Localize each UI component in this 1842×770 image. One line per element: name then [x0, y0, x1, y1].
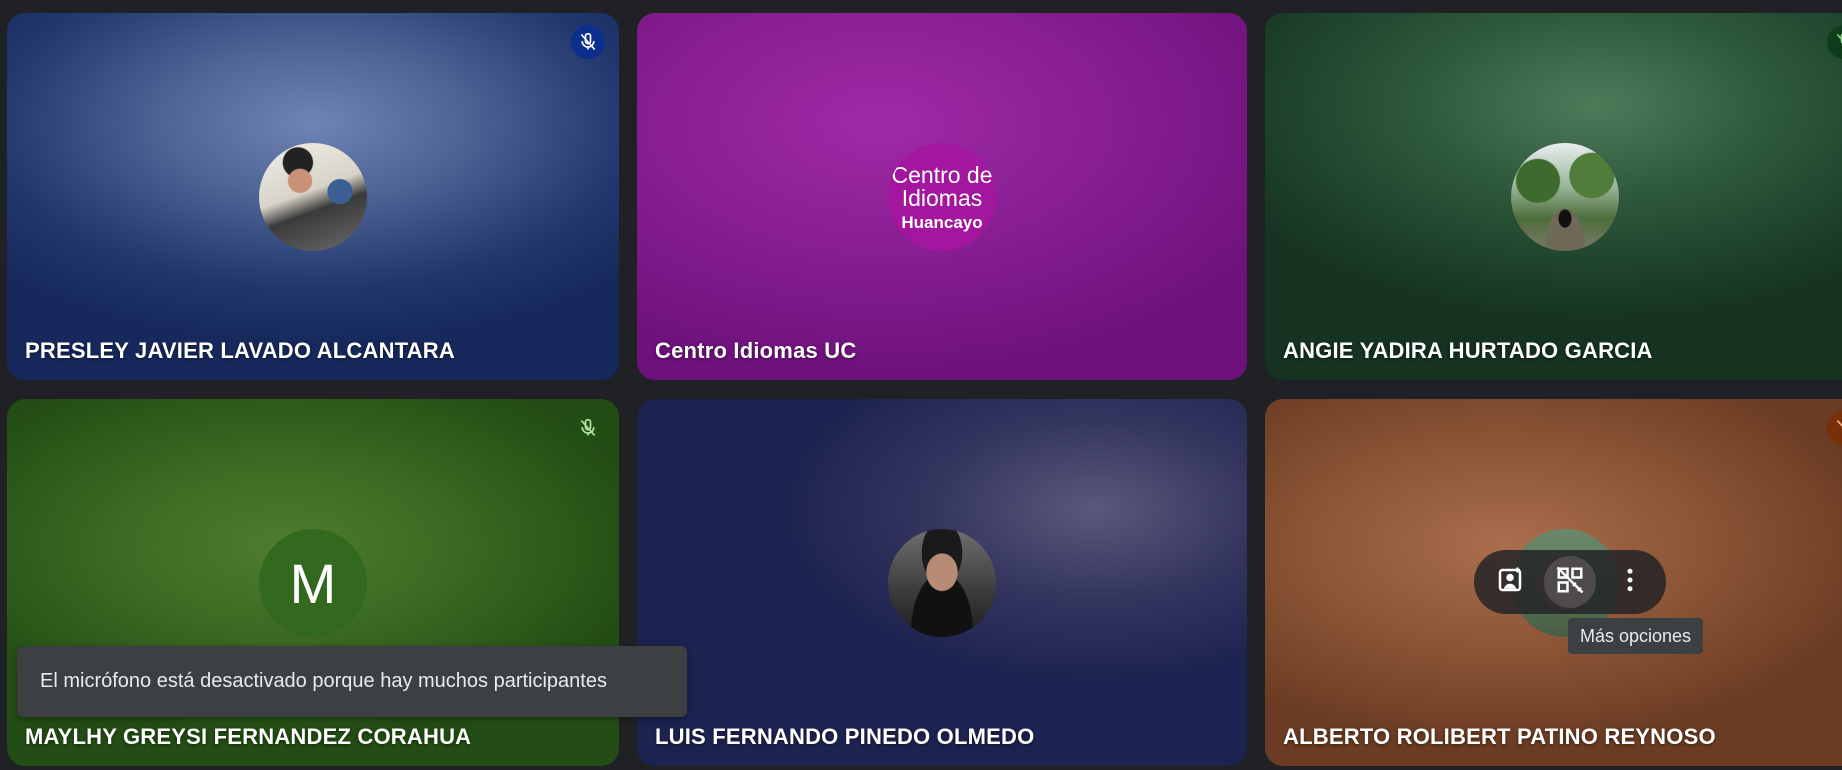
- mic-off-icon: [571, 25, 605, 59]
- pin-button[interactable]: [1544, 556, 1596, 608]
- initial-avatar: M: [259, 529, 367, 637]
- participant-avatar: [259, 143, 367, 251]
- participant-name: ALBERTO ROLIBERT PATINO REYNOSO: [1283, 724, 1716, 749]
- participant-tile-angie[interactable]: ANGIE YADIRA HURTADO GARCIA: [1265, 13, 1842, 380]
- participant-tile-presley[interactable]: PRESLEY JAVIER LAVADO ALCANTARA: [7, 13, 619, 380]
- logo-line-1: Centro de: [891, 161, 993, 188]
- more-options-tooltip: Más opciones: [1568, 618, 1704, 654]
- participant-avatar: [1511, 143, 1619, 251]
- mic-off-icon: [1827, 25, 1842, 59]
- portrait-add-icon: [1495, 565, 1525, 600]
- participant-name: ANGIE YADIRA HURTADO GARCIA: [1283, 338, 1653, 363]
- logo-line-3: Huancayo: [901, 212, 983, 232]
- qr-code-off-icon: [1555, 565, 1585, 600]
- mic-off-icon: [1827, 411, 1842, 445]
- participant-name: LUIS FERNANDO PINEDO OLMEDO: [655, 724, 1035, 749]
- participant-tile-centro-idiomas[interactable]: Centro de Idiomas Huancayo Centro Idioma…: [637, 13, 1247, 380]
- participant-tile-luis[interactable]: LUIS FERNANDO PINEDO OLMEDO: [637, 399, 1247, 766]
- centro-idiomas-logo: Centro de Idiomas Huancayo: [888, 143, 996, 251]
- logo-line-2: Idiomas: [901, 184, 983, 211]
- more-options-button[interactable]: [1604, 556, 1656, 608]
- participant-name: Centro Idiomas UC: [655, 338, 857, 363]
- portrait-add-button[interactable]: [1484, 556, 1536, 608]
- participant-name: PRESLEY JAVIER LAVADO ALCANTARA: [25, 338, 455, 363]
- tile-hover-controls: [1474, 550, 1666, 614]
- more-vert-icon: [1615, 565, 1645, 600]
- participant-name: MAYLHY GREYSI FERNANDEZ CORAHUA: [25, 724, 472, 749]
- mic-off-icon: [571, 411, 605, 445]
- mic-disabled-toast: El micrófono está desactivado porque hay…: [17, 646, 687, 717]
- participant-avatar: [888, 529, 996, 637]
